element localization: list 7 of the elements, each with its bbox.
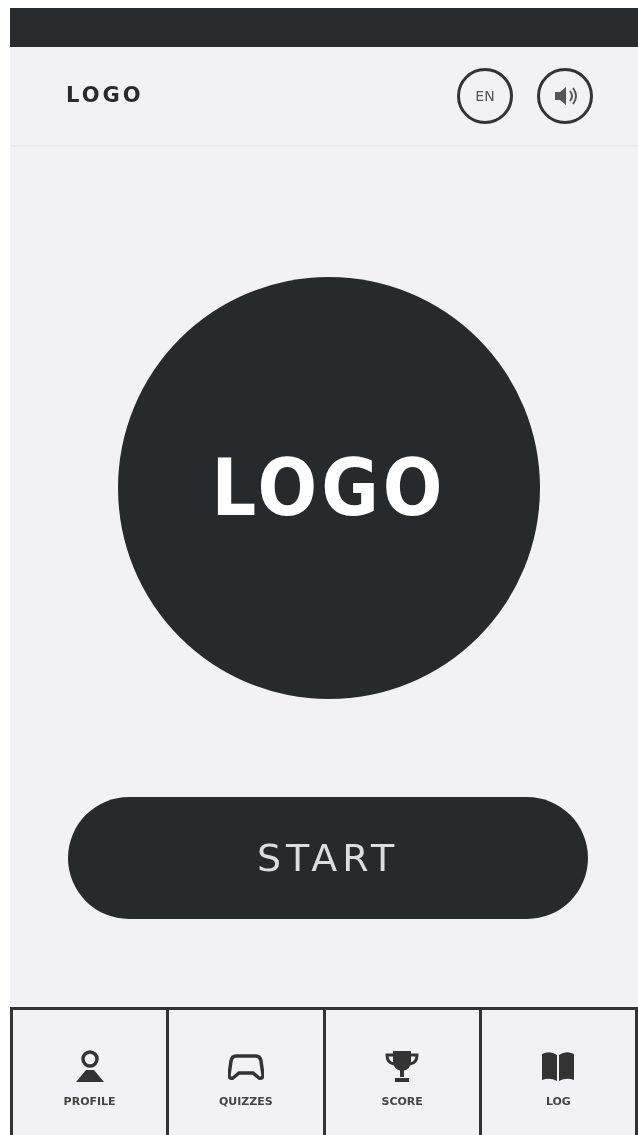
- start-button[interactable]: START: [68, 797, 588, 919]
- logo-text: LOGO: [211, 441, 447, 535]
- sound-button[interactable]: [537, 68, 593, 124]
- logo-text: LOGO: [66, 82, 144, 110]
- speaker-icon: [552, 84, 578, 108]
- language-button[interactable]: EN: [457, 68, 513, 124]
- trophy-icon: [384, 1048, 421, 1085]
